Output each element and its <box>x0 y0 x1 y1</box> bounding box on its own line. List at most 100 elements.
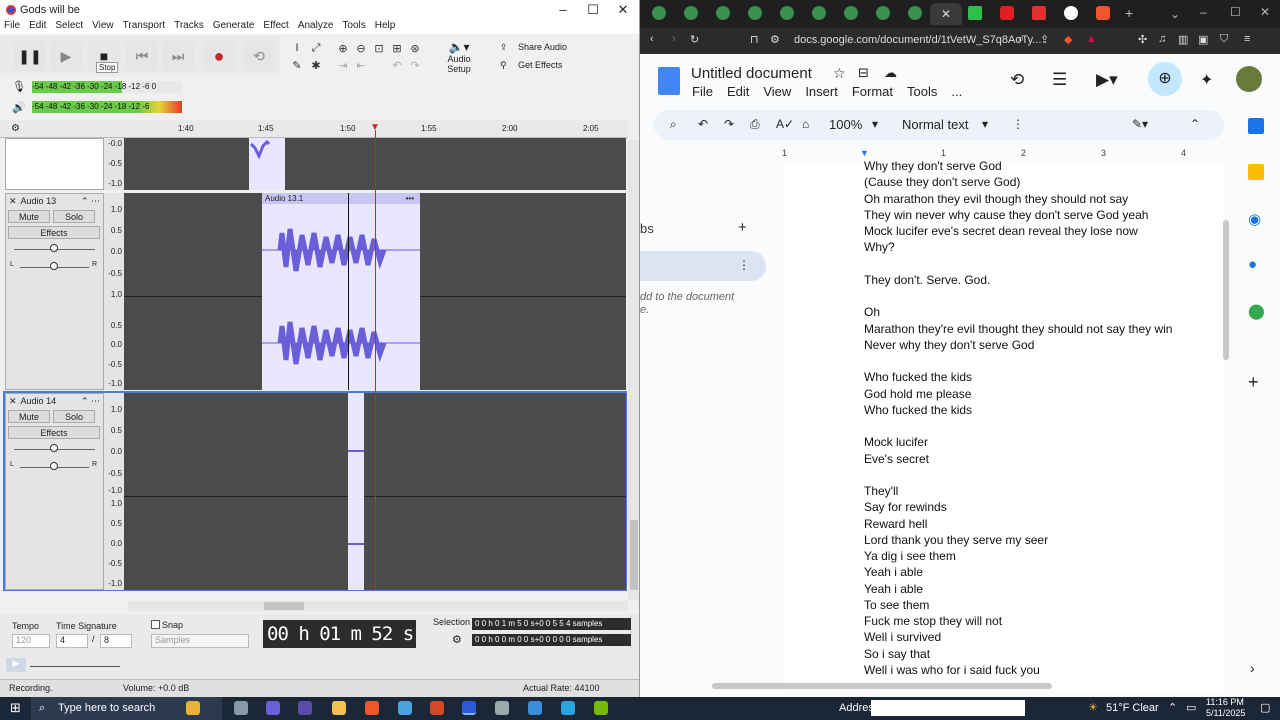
menu-item[interactable]: Edit <box>29 20 46 34</box>
docs-logo-icon[interactable] <box>658 67 680 95</box>
time-sig-numerator[interactable]: 4 <box>56 634 88 648</box>
menu-item[interactable]: Generate <box>213 20 255 34</box>
doc-line[interactable]: Why? <box>864 240 895 254</box>
cloud-status-icon[interactable]: ☁ <box>884 65 897 81</box>
indent-marker-icon[interactable]: ▼ <box>860 148 869 158</box>
close-tab-icon[interactable]: ✕ <box>930 3 962 25</box>
horizontal-scrollbar[interactable] <box>128 601 628 611</box>
play-button[interactable]: ▶ <box>50 41 82 71</box>
extensions-icon[interactable]: ✣ <box>1138 33 1147 46</box>
brave-shield-icon[interactable]: ◆ <box>1064 33 1072 46</box>
menu-item[interactable]: Tracks <box>174 20 204 34</box>
wallet-icon[interactable]: ▣ <box>1198 33 1208 46</box>
doc-line[interactable]: They'll <box>864 484 898 498</box>
playback-meter[interactable]: -54 -48 -42 -36 -30 -24 -18 -12 -6 <box>32 101 182 113</box>
doc-line[interactable]: Who fucked the kids <box>864 370 972 384</box>
doc-line[interactable]: Lord thank you they serve my seer <box>864 533 1048 547</box>
close-icon[interactable]: ✕ <box>608 0 638 20</box>
add-tab-icon[interactable]: + <box>738 219 747 236</box>
store-icon[interactable] <box>398 701 412 715</box>
maps-tab-icon[interactable] <box>812 6 826 20</box>
app-icon[interactable] <box>298 701 312 715</box>
docs-menu-item[interactable]: Insert <box>805 84 838 99</box>
menu-item[interactable]: File <box>4 20 20 34</box>
doc-line[interactable]: Oh <box>864 305 880 319</box>
snap-unit-select[interactable]: Samples <box>151 634 249 648</box>
forward-icon[interactable]: › <box>672 33 676 45</box>
move-folder-icon[interactable]: ⊟ <box>858 65 869 81</box>
maximize-icon[interactable]: ☐ <box>578 0 608 20</box>
doc-line[interactable]: So i say that <box>864 647 930 661</box>
minimize-icon[interactable]: – <box>1200 5 1207 19</box>
close-track-icon[interactable]: ✕ <box>9 196 17 207</box>
maps-tab-icon[interactable] <box>684 6 698 20</box>
keep-icon[interactable] <box>1248 164 1264 180</box>
search-menus-icon[interactable]: ⌕ <box>670 117 677 132</box>
hide-panel-icon[interactable]: › <box>1250 660 1255 676</box>
doc-line[interactable]: Ya dig i see them <box>864 549 956 563</box>
back-icon[interactable]: ‹ <box>650 33 654 45</box>
maps-tab-icon[interactable] <box>652 6 666 20</box>
skip-end-button[interactable]: ⏭ <box>162 41 194 71</box>
youtube-tab-icon[interactable] <box>1000 6 1014 20</box>
maps-tab-icon[interactable] <box>876 6 890 20</box>
menu-item[interactable]: Transport <box>123 20 165 34</box>
share-url-icon[interactable]: ⇪ <box>1040 33 1049 46</box>
doc-line[interactable]: Well i was who for i said fuck you <box>864 663 1040 677</box>
mute-button[interactable]: Mute <box>8 210 50 223</box>
docs-menu-item[interactable]: Edit <box>727 84 749 99</box>
sidebar-icon[interactable]: ▥ <box>1178 33 1188 46</box>
gain-slider[interactable] <box>6 441 103 459</box>
get-addons-icon[interactable]: + <box>1248 372 1259 393</box>
selection-start[interactable]: 0 0 h 0 1 m 5 0 s+0 0 5 5 4 samples <box>472 618 631 630</box>
bookmark-icon[interactable]: ⊓ <box>750 33 759 46</box>
solo-button[interactable]: Solo <box>53 210 95 223</box>
menu-item[interactable]: Tools <box>342 20 365 34</box>
tempo-input[interactable]: 120 <box>12 634 50 648</box>
copilot-icon[interactable] <box>186 701 200 715</box>
doc-line[interactable]: God hold me please <box>864 387 971 401</box>
pan-slider[interactable]: LR <box>6 259 103 277</box>
weather-text[interactable]: 51°F Clear <box>1106 702 1159 714</box>
maps-tab-icon[interactable] <box>748 6 762 20</box>
windows-start-icon[interactable]: ⊞ <box>10 700 21 716</box>
collapse-menus-icon[interactable]: ⌃ <box>1190 117 1200 131</box>
menu-icon[interactable]: ≡ <box>1244 33 1250 45</box>
doc-line[interactable]: Reward hell <box>864 517 927 531</box>
menu-item[interactable]: Effect <box>263 20 288 34</box>
selection-end[interactable]: 0 0 h 0 0 m 0 0 s+0 0 0 0 0 samples <box>472 634 631 646</box>
fit-project-icon[interactable]: ⊞ <box>389 40 405 56</box>
reload-icon[interactable]: ↻ <box>690 33 699 46</box>
snap-checkbox[interactable] <box>151 620 160 629</box>
file-explorer-icon[interactable] <box>332 701 346 715</box>
copilot-app-icon[interactable] <box>266 701 280 715</box>
collapse-icon[interactable]: ⌃ ⋯ <box>81 196 100 207</box>
gemini-icon[interactable]: ✦ <box>1200 70 1213 90</box>
google-tab-icon[interactable] <box>1064 6 1078 20</box>
rewards-icon[interactable]: ▲ <box>1086 33 1097 45</box>
menu-item[interactable]: Select <box>55 20 83 34</box>
meet-icon[interactable]: ▶▾ <box>1096 70 1118 90</box>
draw-tool-icon[interactable]: ✎ <box>289 57 305 73</box>
address-input[interactable] <box>871 700 1025 716</box>
time-sig-denominator[interactable]: 8 <box>100 634 132 648</box>
style-select[interactable]: Normal text <box>902 117 968 132</box>
audio-setup-button[interactable]: 🔈▾ Audio Setup <box>435 40 483 74</box>
maps-icon[interactable]: ⬤ <box>1248 302 1265 320</box>
pause-button[interactable]: ❚❚ <box>14 41 46 71</box>
chevron-down-icon[interactable]: ▾ <box>872 117 878 131</box>
play-tab-icon[interactable] <box>968 6 982 20</box>
doc-line[interactable]: Marathon they're evil thought they shoul… <box>864 322 1172 336</box>
telegram-icon[interactable] <box>561 701 575 715</box>
gain-slider[interactable] <box>6 241 103 259</box>
doc-line[interactable]: Who fucked the kids <box>864 403 972 417</box>
undo-icon[interactable]: ↶ <box>698 117 708 131</box>
doc-line[interactable]: Why they don't serve God <box>864 159 1002 173</box>
task-view-icon[interactable] <box>234 701 248 715</box>
doc-line[interactable]: (Cause they don't serve God) <box>864 175 1020 189</box>
docs-menu-item[interactable]: File <box>692 84 713 99</box>
doc-line[interactable]: Never why they don't serve God <box>864 338 1034 352</box>
undo-icon[interactable]: ↶ <box>389 57 405 73</box>
record-button[interactable]: ● <box>203 41 235 71</box>
menu-item[interactable]: Analyze <box>298 20 334 34</box>
